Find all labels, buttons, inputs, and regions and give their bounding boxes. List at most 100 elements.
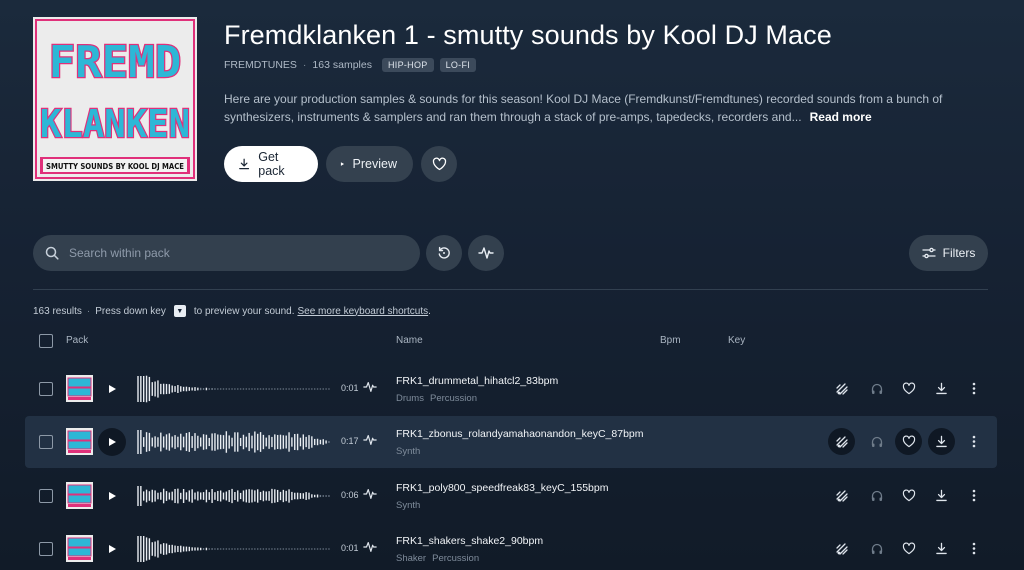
period: . [428, 305, 431, 317]
download-icon [935, 382, 948, 395]
section-divider [33, 289, 988, 290]
heart-icon [902, 489, 916, 502]
row-checkbox[interactable] [39, 542, 53, 556]
like-sample-button[interactable] [895, 375, 922, 402]
preview-in-context-button[interactable] [863, 375, 890, 402]
sample-tag[interactable]: Shaker [396, 553, 426, 564]
like-sample-button[interactable] [895, 535, 922, 562]
pack-label[interactable]: FREMDTUNES [224, 59, 297, 71]
sample-tag[interactable]: Percussion [430, 393, 477, 404]
more-options-button[interactable] [960, 535, 987, 562]
waveform-icon[interactable] [363, 433, 379, 449]
pack-description: Here are your production samples & sound… [224, 90, 964, 126]
search-icon [45, 246, 59, 260]
genre-tag[interactable]: LO-FI [439, 58, 477, 72]
pack-thumbnail[interactable] [66, 535, 93, 562]
pack-sample-count: 163 samples [312, 59, 372, 71]
preview-in-context-button[interactable] [863, 535, 890, 562]
sample-duration: 0:17 [341, 436, 359, 446]
similar-icon [835, 382, 849, 396]
waveform-icon[interactable] [363, 380, 379, 396]
more-options-button[interactable] [960, 375, 987, 402]
preview-button[interactable]: Preview [326, 146, 413, 182]
preview-in-context-button[interactable] [863, 482, 890, 509]
table-header: Pack Name Bpm Key [0, 333, 1024, 349]
preview-label: Preview [352, 157, 397, 171]
sample-name[interactable]: FRK1_poly800_speedfreak83_keyC_155bpm [396, 482, 608, 494]
download-sample-button[interactable] [928, 535, 955, 562]
filters-button[interactable]: Filters [909, 235, 988, 271]
sliders-icon [922, 247, 936, 259]
play-icon [108, 491, 117, 501]
like-sample-button[interactable] [895, 482, 922, 509]
pack-thumbnail[interactable] [66, 482, 93, 509]
like-sample-button[interactable] [895, 428, 922, 455]
genre-tag[interactable]: HIP-HOP [381, 58, 434, 72]
sample-tags: Drums Percussion [396, 393, 483, 404]
waveform[interactable] [137, 482, 331, 510]
waveform-icon[interactable] [363, 540, 379, 556]
download-icon [935, 435, 948, 448]
preview-in-context-button[interactable] [863, 428, 890, 455]
heart-icon [902, 382, 916, 395]
row-checkbox[interactable] [39, 382, 53, 396]
column-pack: Pack [66, 335, 89, 346]
heart-icon [902, 542, 916, 555]
download-icon [935, 489, 948, 502]
play-icon [340, 162, 345, 166]
pack-thumbnail[interactable] [66, 375, 93, 402]
sample-tag[interactable]: Synth [396, 500, 420, 511]
more-options-button[interactable] [960, 428, 987, 455]
cover-subtitle: SMUTTY SOUNDS BY KOOL DJ MACE [46, 161, 184, 171]
headphones-icon [870, 435, 884, 449]
sample-row[interactable]: 0:06 FRK1_poly800_speedfreak83_keyC_155bp… [25, 470, 997, 522]
get-pack-button[interactable]: Get pack [224, 146, 318, 182]
sample-name[interactable]: FRK1_shakers_shake2_90bpm [396, 535, 543, 547]
reset-button[interactable] [426, 235, 462, 271]
download-icon [935, 542, 948, 555]
keyboard-hint-end: to preview your sound. [193, 305, 295, 317]
match-sound-button[interactable] [468, 235, 504, 271]
download-sample-button[interactable] [928, 428, 955, 455]
play-icon [108, 544, 117, 554]
play-button[interactable] [98, 428, 126, 456]
select-all-checkbox[interactable] [39, 334, 53, 348]
more-vertical-icon [972, 542, 976, 555]
column-bpm[interactable]: Bpm [660, 335, 681, 346]
find-similar-button[interactable] [828, 535, 855, 562]
pack-thumbnail[interactable] [66, 428, 93, 455]
download-sample-button[interactable] [928, 482, 955, 509]
sample-tag[interactable]: Drums [396, 393, 424, 404]
like-pack-button[interactable] [421, 146, 457, 182]
read-more-link[interactable]: Read more [810, 110, 872, 124]
sample-row[interactable]: 0:01 FRK1_shakers_shake2_90bpm Shaker Percu… [25, 523, 997, 570]
sample-tag[interactable]: Percussion [432, 553, 479, 564]
sample-row[interactable]: 0:17 FRK1_zbonus_rolandyamahaonandon_keyC… [25, 416, 997, 468]
keyboard-shortcuts-link[interactable]: See more keyboard shortcuts [297, 306, 428, 317]
waveform-icon[interactable] [363, 487, 379, 503]
results-count: 163 results [33, 305, 82, 317]
row-checkbox[interactable] [39, 489, 53, 503]
waveform[interactable] [137, 428, 331, 456]
find-similar-button[interactable] [828, 375, 855, 402]
column-key[interactable]: Key [728, 335, 745, 346]
sample-name[interactable]: FRK1_zbonus_rolandyamahaonandon_keyC_87b… [396, 428, 644, 440]
sample-name[interactable]: FRK1_drummetal_hihatcl2_83bpm [396, 375, 558, 387]
waveform[interactable] [137, 535, 331, 563]
sample-tags: Shaker Percussion [396, 553, 485, 564]
sample-row[interactable]: 0:01 FRK1_drummetal_hihatcl2_83bpm Drums Pe… [25, 363, 997, 415]
sample-tag[interactable]: Synth [396, 446, 420, 457]
search-input[interactable] [69, 246, 389, 260]
find-similar-button[interactable] [828, 428, 855, 455]
play-button[interactable] [98, 482, 126, 510]
find-similar-button[interactable] [828, 482, 855, 509]
play-button[interactable] [98, 375, 126, 403]
heart-icon [902, 435, 916, 448]
more-options-button[interactable] [960, 482, 987, 509]
play-icon [108, 437, 117, 447]
row-checkbox[interactable] [39, 435, 53, 449]
download-sample-button[interactable] [928, 375, 955, 402]
play-button[interactable] [98, 535, 126, 563]
waveform[interactable] [137, 375, 331, 403]
column-name[interactable]: Name [396, 335, 423, 346]
